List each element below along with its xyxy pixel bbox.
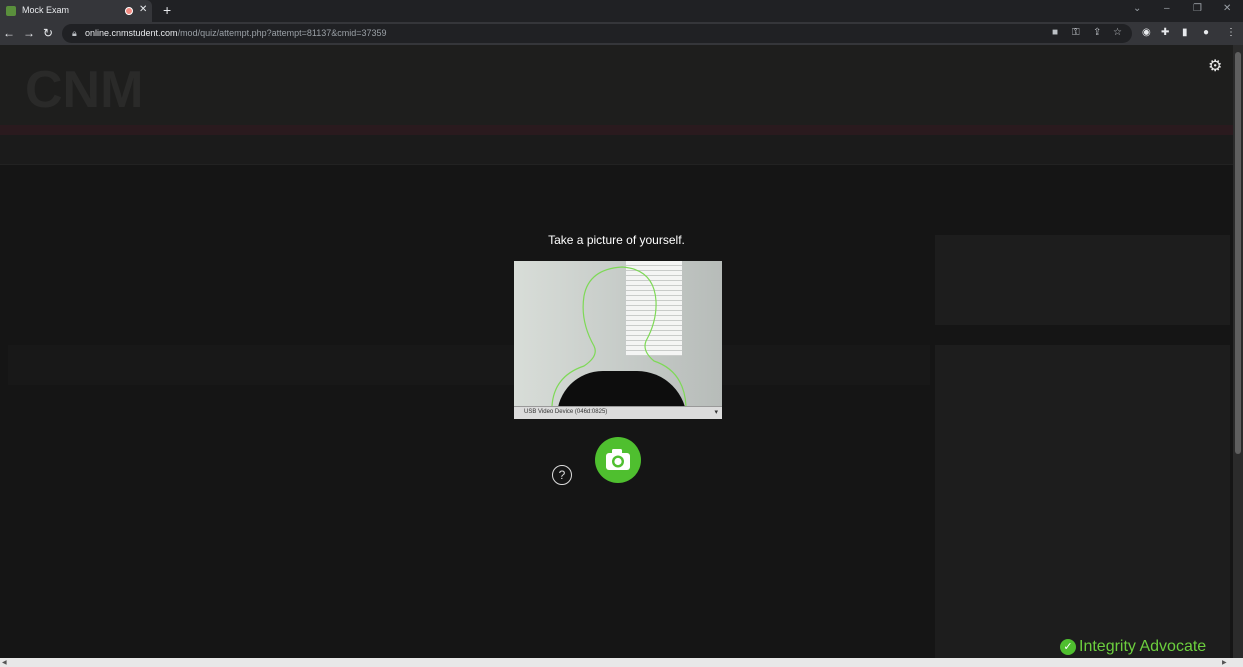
dimmed-menu-bar [0, 135, 1233, 165]
share-icon[interactable]: ⇪ [1093, 27, 1101, 38]
integrity-advocate-label: Integrity Advocate [1079, 638, 1207, 655]
camera-icon [606, 449, 630, 470]
scroll-right-icon[interactable]: ▶ [1222, 659, 1227, 666]
webcam-preview: USB Video Device (046d:0825) ▾ [514, 261, 722, 419]
chevron-down-icon: ▾ [714, 409, 718, 416]
back-button[interactable]: ← [3, 26, 15, 40]
dimmed-logo: CNM [25, 61, 144, 119]
dimmed-navigation-block [935, 345, 1230, 658]
menu-icon[interactable]: ⋮ [1226, 27, 1236, 38]
scroll-left-icon[interactable]: ◀ [2, 659, 7, 666]
dimmed-stripe [0, 125, 1233, 135]
close-tab-button[interactable]: ✕ [139, 4, 147, 15]
star-icon[interactable]: ☆ [1113, 27, 1122, 38]
horizontal-scrollbar[interactable]: ◀ ▶ [0, 658, 1243, 667]
address-bar[interactable]: 🔒︎ online.cnmstudent.com/mod/quiz/attemp… [62, 24, 1132, 43]
gear-icon[interactable]: ⚙ [1208, 56, 1222, 76]
side-panel-icon[interactable]: ▮ [1182, 27, 1188, 38]
dimmed-quiz-navigation [935, 235, 1230, 325]
modal-title: Take a picture of yourself. [548, 233, 685, 247]
browser-toolbar: ← → ↻ 🔒︎ online.cnmstudent.com/mod/quiz/… [0, 22, 1243, 45]
new-tab-button[interactable]: + [163, 2, 171, 18]
close-window-button[interactable]: ✕ [1223, 3, 1231, 14]
extensions-icon[interactable]: ✚ [1161, 27, 1169, 38]
tab-mock-exam[interactable]: Mock Exam ✕ [0, 0, 152, 22]
camera-device-select[interactable]: USB Video Device (046d:0825) ▾ [514, 406, 722, 419]
vertical-scrollbar-thumb[interactable] [1235, 52, 1241, 454]
page-viewport: CNM ⚙ Take a picture of yourself. USB Vi… [0, 45, 1233, 658]
recording-indicator-icon [125, 7, 133, 15]
help-button[interactable]: ? [552, 465, 572, 485]
take-picture-button[interactable] [595, 437, 641, 483]
reload-button[interactable]: ↻ [43, 26, 53, 40]
dimmed-activity-nav [8, 345, 930, 385]
camera-in-use-icon[interactable]: ■ [1052, 27, 1058, 38]
tab-search-icon[interactable]: ⌄ [1133, 3, 1141, 14]
key-icon[interactable]: ⚿ [1072, 27, 1080, 38]
browser-tab-strip: Mock Exam ✕ + ⌄ – ❐ ✕ [0, 0, 1243, 22]
favicon-icon [6, 6, 16, 16]
lock-icon[interactable]: 🔒︎ [72, 28, 77, 39]
forward-button[interactable]: → [23, 26, 35, 40]
check-icon: ✓ [1060, 639, 1076, 655]
url-text[interactable]: online.cnmstudent.com/mod/quiz/attempt.p… [85, 28, 387, 38]
extension-shield-icon[interactable]: ◉ [1142, 27, 1151, 38]
profile-icon[interactable]: ● [1203, 27, 1209, 38]
minimize-button[interactable]: – [1164, 3, 1170, 14]
restore-button[interactable]: ❐ [1193, 3, 1202, 14]
tab-title: Mock Exam [22, 5, 70, 15]
dimmed-site-header: CNM [0, 45, 1233, 125]
camera-device-label: USB Video Device (046d:0825) [524, 409, 608, 415]
